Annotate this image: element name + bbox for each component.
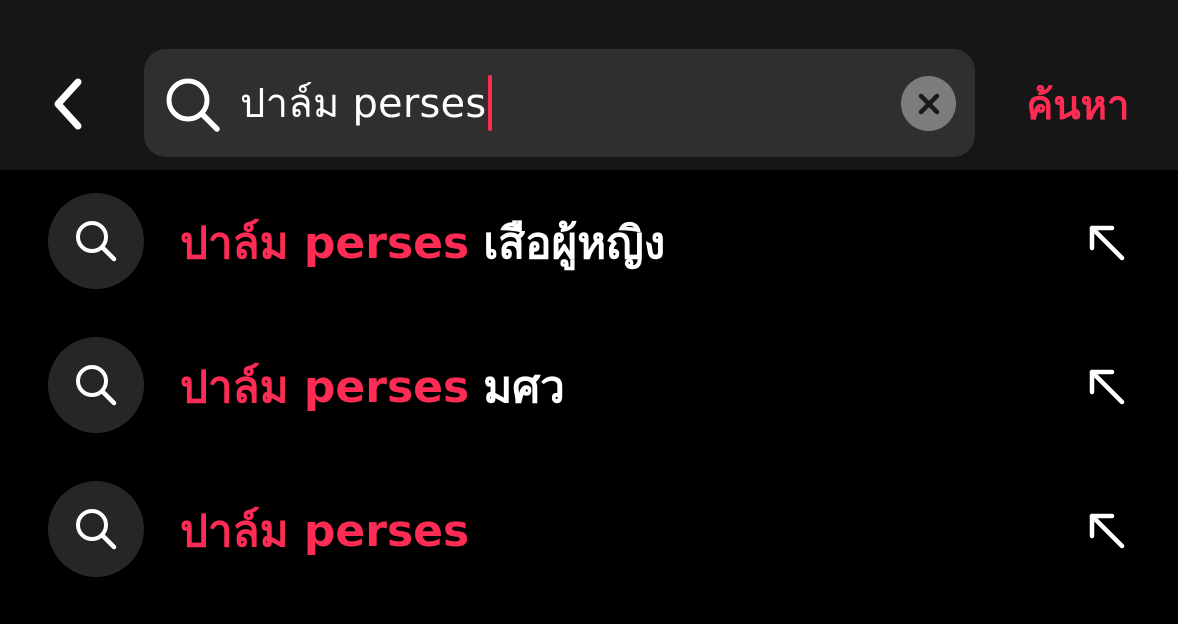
search-input[interactable]: ปาล์ม perses — [240, 70, 493, 136]
search-input-value: ปาล์ม perses — [240, 81, 487, 127]
back-button[interactable] — [36, 66, 100, 142]
clear-search-button[interactable] — [901, 76, 956, 131]
close-icon — [918, 93, 939, 114]
suggestion-highlight: ปาล์ม perses — [180, 362, 470, 413]
arrow-up-left-icon — [1089, 369, 1125, 405]
fill-suggestion-button[interactable] — [1074, 210, 1138, 274]
suggestion-item[interactable]: ปาล์ม perses เสือผู้หญิง — [0, 170, 1178, 314]
suggestion-item[interactable]: ปาล์ม perses มศว — [0, 314, 1178, 458]
suggestion-text: ปาล์ม perses — [180, 498, 483, 564]
suggestion-icon-badge — [48, 337, 144, 433]
text-caret — [488, 75, 493, 131]
suggestion-highlight: ปาล์ม perses — [180, 218, 470, 269]
suggestion-list: ปาล์ม perses เสือผู้หญิง ปาล์ม perses มศ… — [0, 170, 1178, 602]
search-icon — [76, 365, 117, 406]
search-icon — [76, 509, 117, 550]
fill-suggestion-button[interactable] — [1074, 354, 1138, 418]
search-submit-button[interactable]: ค้นหา — [1008, 72, 1148, 138]
suggestion-highlight: ปาล์ม perses — [180, 506, 470, 557]
search-header: ปาล์ม perses ค้นหา — [0, 0, 1178, 170]
search-icon — [166, 78, 220, 132]
chevron-left-icon — [54, 78, 82, 130]
search-icon — [76, 221, 117, 262]
suggestion-item[interactable]: ปาล์ม perses — [0, 458, 1178, 602]
suggestion-icon-badge — [48, 193, 144, 289]
arrow-up-left-icon — [1089, 225, 1125, 261]
suggestion-icon-badge — [48, 481, 144, 577]
fill-suggestion-button[interactable] — [1074, 498, 1138, 562]
suggestion-rest: เสือผู้หญิง — [483, 218, 666, 269]
suggestion-text: ปาล์ม perses เสือผู้หญิง — [180, 210, 665, 276]
arrow-up-left-icon — [1089, 513, 1125, 549]
suggestion-rest: มศว — [483, 362, 565, 413]
suggestion-text: ปาล์ม perses มศว — [180, 354, 565, 420]
